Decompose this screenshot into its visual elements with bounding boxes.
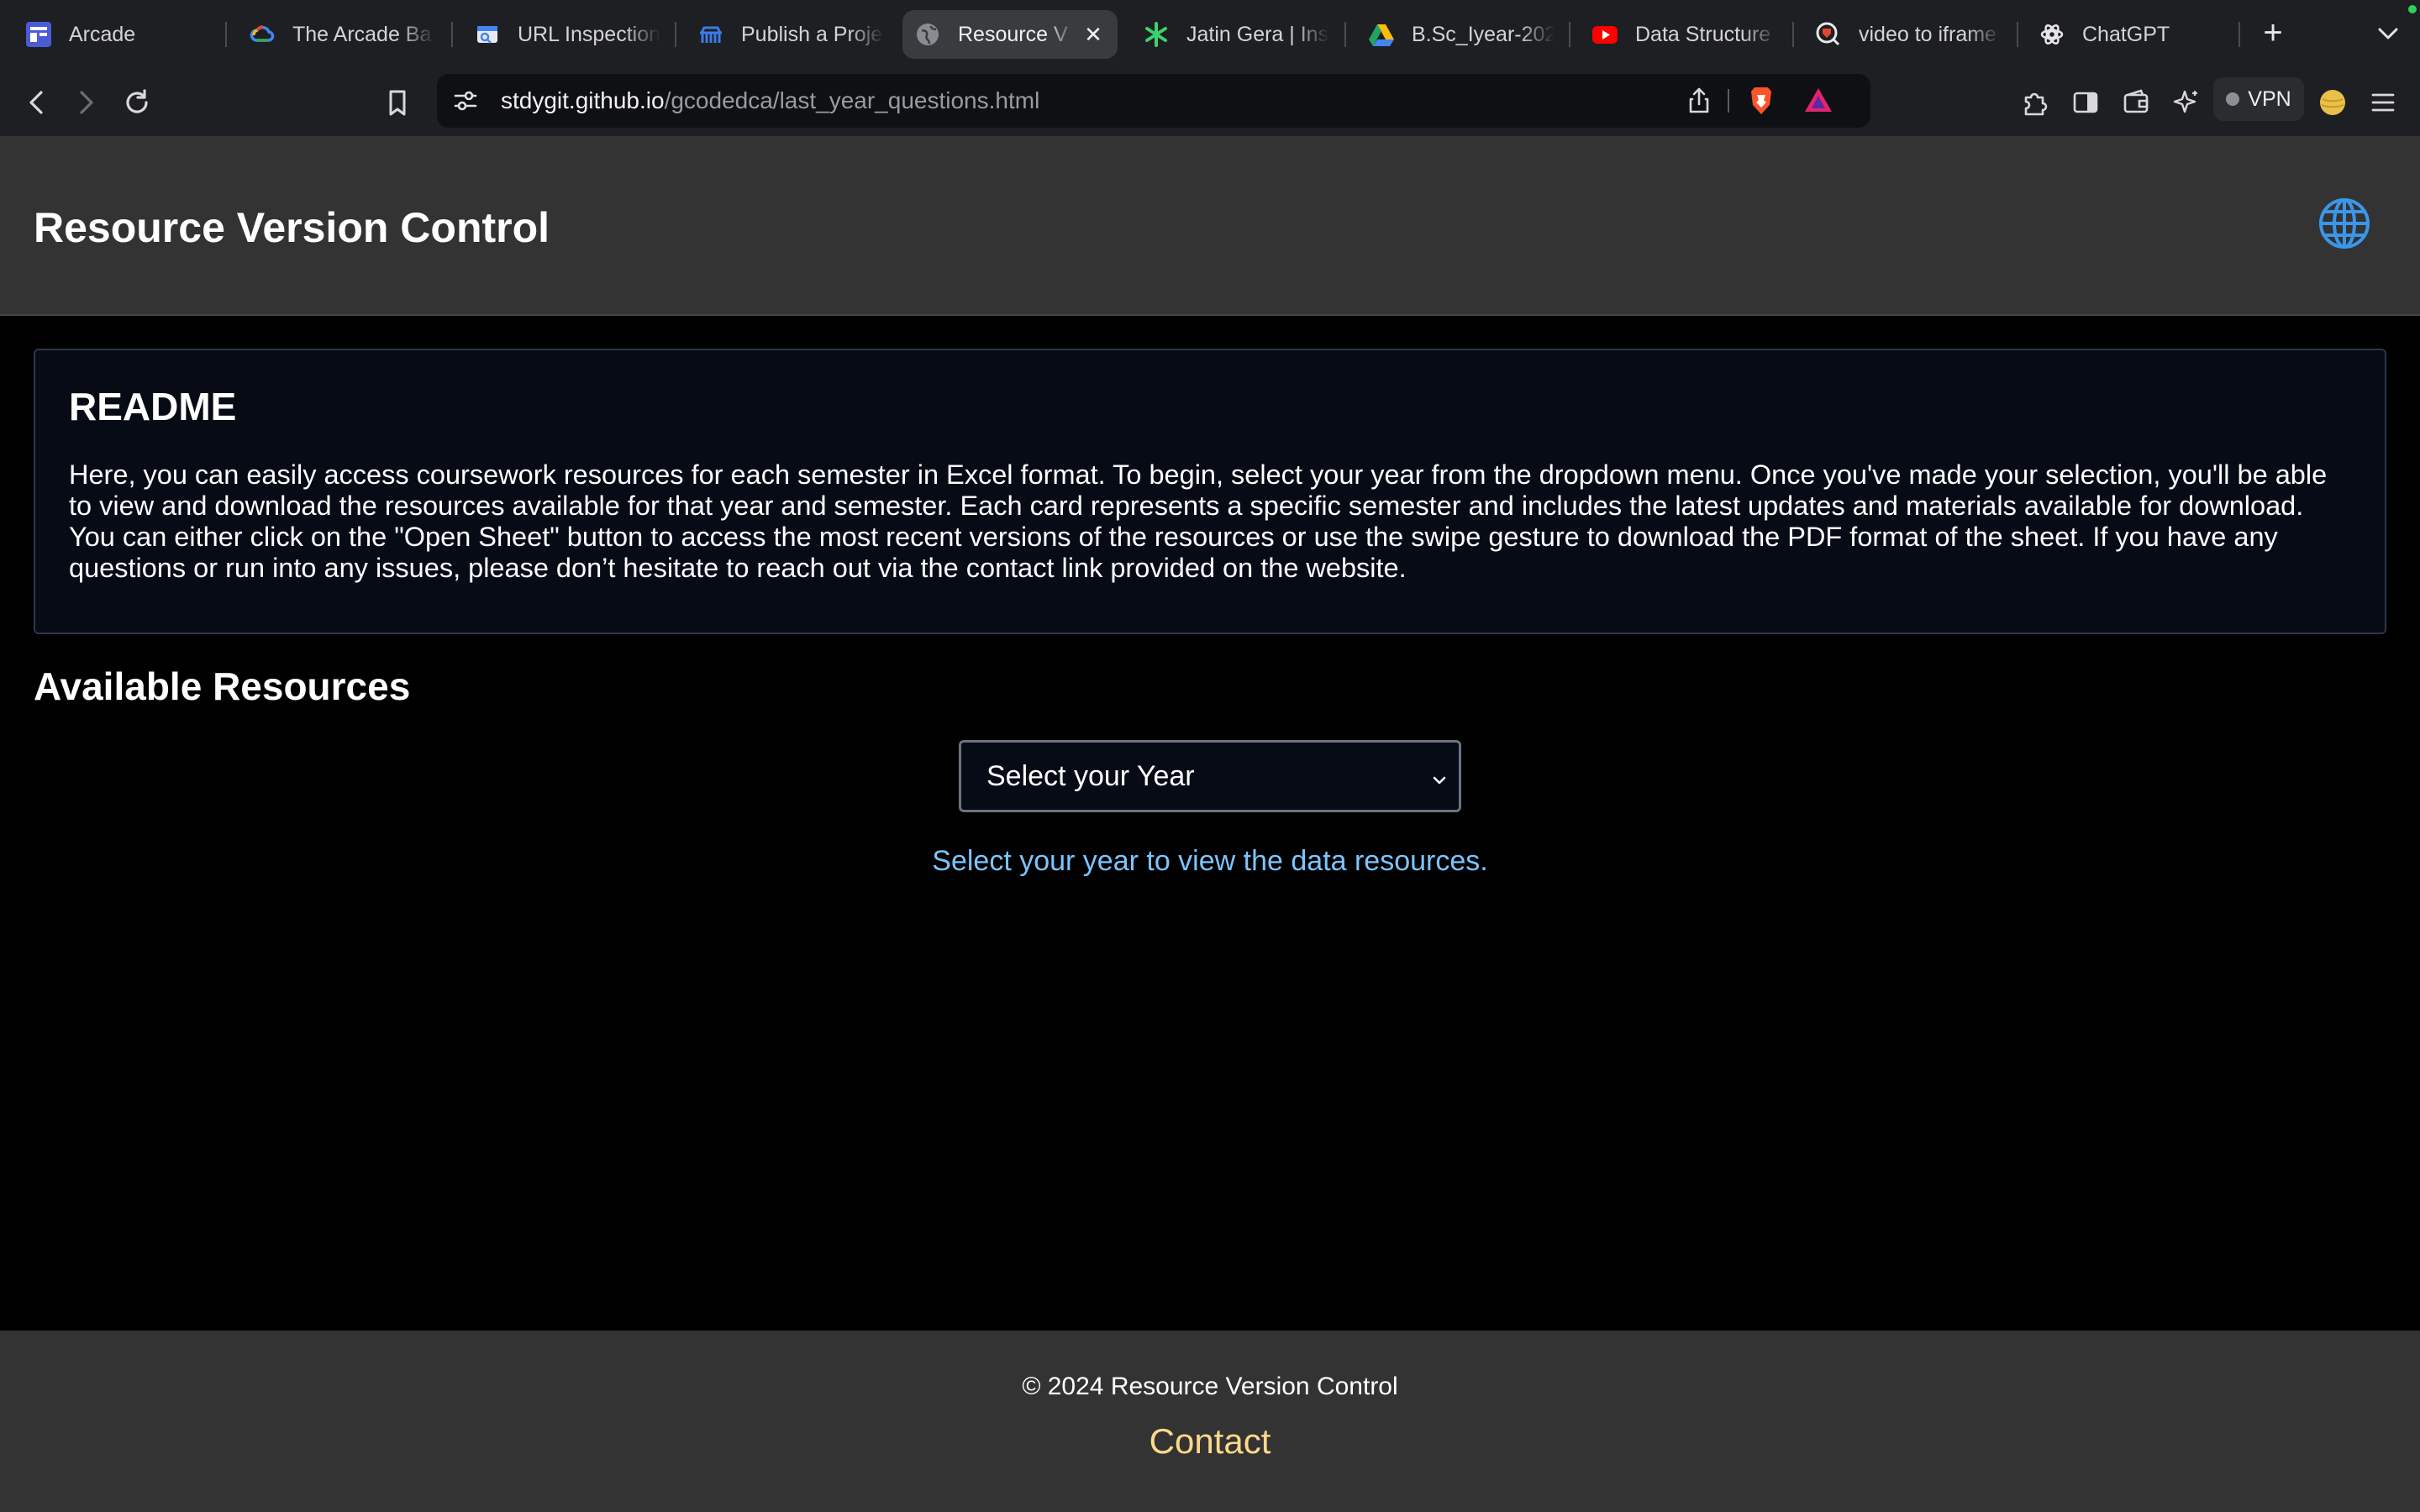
update-indicator	[2408, 5, 2417, 13]
tab-video-to-iframe[interactable]: video to iframe	[1803, 10, 2013, 59]
readme-title: README	[69, 385, 237, 428]
tab-separator	[225, 22, 227, 47]
tab-separator	[1792, 22, 1794, 47]
green-star-icon	[1143, 21, 1170, 48]
menu-hamburger-icon[interactable]	[2365, 84, 2402, 121]
profile-avatar-icon[interactable]	[2314, 84, 2351, 121]
tab-arcade[interactable]: Arcade	[13, 10, 215, 59]
tab-chatgpt[interactable]: ChatGPT	[2027, 10, 2237, 59]
tab-url-inspection[interactable]: URL Inspection	[462, 10, 672, 59]
back-arrow-icon[interactable]	[18, 84, 55, 121]
tab-separator	[2238, 22, 2240, 47]
brave-rewards-icon[interactable]	[1802, 84, 1835, 118]
url-host: stdygit.github.io	[501, 87, 665, 113]
available-resources-heading: Available Resources	[34, 664, 411, 708]
tab-publish-project[interactable]: Publish a Proje	[686, 10, 896, 59]
sidebar-toggle-icon[interactable]	[2067, 84, 2104, 121]
contact-link[interactable]: Contact	[0, 1421, 2420, 1462]
year-select-value: Select your Year	[986, 759, 1195, 792]
globe-icon[interactable]	[2317, 197, 2371, 250]
google-drive-icon	[1368, 21, 1395, 48]
chatgpt-icon	[2039, 21, 2065, 48]
forward-arrow-icon[interactable]	[67, 84, 104, 121]
tab-separator	[1569, 22, 1570, 47]
tab-label: The Arcade Ba	[292, 22, 432, 46]
tab-label: B.Sc_Iyear-202	[1412, 22, 1555, 46]
brave-shields-icon[interactable]	[1744, 84, 1778, 118]
site-footer: © 2024 Resource Version Control Contact	[0, 1331, 2420, 1512]
reload-icon[interactable]	[118, 84, 155, 121]
tab-list-chevron-icon[interactable]	[2371, 17, 2405, 50]
site-title: Resource Version Control	[34, 204, 550, 251]
url-path: /gcodedca/last_year_questions.html	[664, 87, 1040, 113]
tab-separator	[1344, 22, 1346, 47]
tab-label: Arcade	[69, 22, 136, 46]
new-tab-button[interactable]: +	[2254, 15, 2291, 52]
extensions-icon[interactable]	[2017, 84, 2054, 121]
tab-data-structure[interactable]: Data Structure	[1580, 10, 1790, 59]
tab-label: Data Structure	[1635, 22, 1771, 46]
readme-card: README Here, you can easily access cours…	[34, 349, 2386, 634]
tab-resource-version-control[interactable]: Resource V ✕	[902, 10, 1118, 59]
share-icon[interactable]	[1684, 86, 1714, 116]
tab-arcade-badge[interactable]: The Arcade Ba	[237, 10, 447, 59]
url-text: stdygit.github.io/gcodedca/last_year_que…	[501, 87, 1039, 114]
tab-label: Resource V	[958, 22, 1068, 46]
site-header: Resource Version Control	[0, 136, 2420, 316]
tab-label: URL Inspection	[518, 22, 660, 46]
brave-search-icon	[1815, 21, 1842, 48]
wallet-icon[interactable]	[2118, 84, 2154, 121]
tab-label: Publish a Proje	[741, 22, 883, 46]
tab-jatin-gera[interactable]: Jatin Gera | Ins	[1131, 10, 1341, 59]
vpn-button[interactable]: VPN	[2213, 77, 2304, 121]
tab-separator	[2017, 22, 2018, 47]
tab-label: ChatGPT	[2082, 22, 2170, 46]
tab-separator	[451, 22, 453, 47]
youtube-icon	[1591, 21, 1618, 48]
browser-tab-strip: Arcade The Arcade Ba URL Inspection Publ…	[0, 0, 2420, 66]
vpn-status-dot	[2226, 92, 2240, 106]
tab-separator	[675, 22, 676, 47]
copyright-text: © 2024 Resource Version Control	[1022, 1373, 1398, 1400]
google-cloud-icon	[249, 21, 276, 48]
globe-icon	[914, 21, 941, 48]
publish-icon	[697, 21, 724, 48]
year-select-dropdown[interactable]: Select your Year	[959, 740, 1461, 812]
search-console-icon	[474, 21, 501, 48]
chevron-down-icon	[1428, 766, 1450, 788]
address-bar[interactable]: stdygit.github.io/gcodedca/last_year_que…	[437, 74, 1870, 128]
tab-bsc-drive[interactable]: B.Sc_Iyear-202	[1356, 10, 1566, 59]
tab-label: video to iframe	[1859, 22, 1996, 46]
close-tab-icon[interactable]: ✕	[1081, 22, 1106, 48]
vpn-label: VPN	[2248, 87, 2291, 111]
arcade-icon	[25, 21, 52, 48]
bookmark-icon[interactable]	[379, 84, 416, 121]
leo-ai-icon[interactable]	[2168, 84, 2205, 121]
site-settings-icon[interactable]	[450, 86, 481, 116]
readme-body: Here, you can easily access coursework r…	[69, 459, 2328, 583]
address-bar-divider	[1728, 89, 1729, 113]
tab-label: Jatin Gera | Ins	[1186, 22, 1329, 46]
select-year-hint: Select your year to view the data resour…	[932, 845, 1488, 877]
